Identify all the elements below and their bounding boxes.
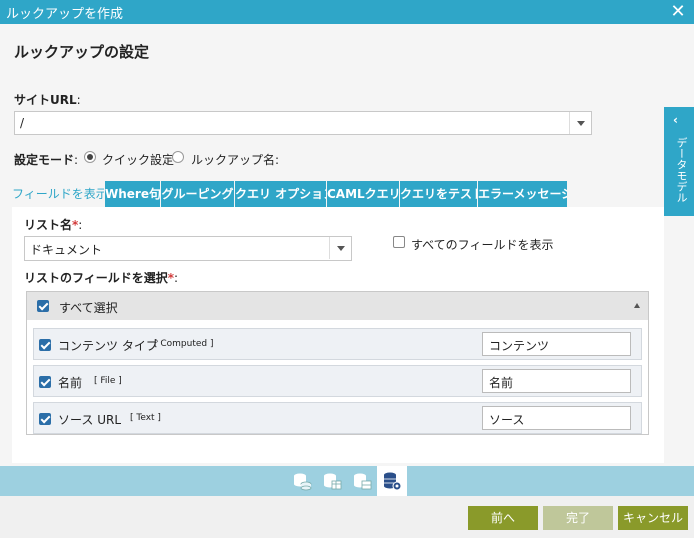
field-row: コンテンツ タイプ [ Computed ] コンテンツ [33,328,642,360]
show-all-fields-label: すべてのフィールドを表示 [411,238,554,252]
dialog-titlebar: ルックアップを作成 ✕ [0,0,694,24]
finish-button[interactable]: 完了 [543,506,613,530]
radio-lookup-name-label: ルックアップ名: [191,151,279,168]
field-display-name-input[interactable]: 名前 [482,369,631,393]
database-table-step-icon[interactable] [321,470,343,492]
tab-show-fields[interactable]: フィールドを表示 [12,181,104,207]
chevron-left-icon[interactable]: ‹ [673,113,678,127]
site-url-colon: : [76,93,81,107]
site-url-label-text: サイトURL [14,93,77,107]
close-icon[interactable]: ✕ [670,2,686,22]
list-name-label-text: リスト名 [24,218,73,232]
site-url-value: / [20,116,25,130]
tab-caml-query[interactable]: CAMLクエリ [327,181,399,207]
fields-select-colon: : [174,271,179,285]
field-name: コンテンツ タイプ [58,339,158,353]
radio-quick-setting[interactable] [84,151,96,163]
field-list: すべて選択 コンテンツ タイプ [ Computed ] コンテンツ 名前 [ … [26,291,649,435]
cancel-button[interactable]: キャンセル [618,506,688,530]
list-name-colon: : [78,218,83,232]
mode-label-text: 設定モード [14,153,75,167]
database-step-icon[interactable] [291,470,313,492]
list-name-label: リスト名*: [24,216,82,233]
mode-label: 設定モード: [14,151,78,168]
field-display-name-input[interactable]: コンテンツ [482,332,631,356]
prev-button[interactable]: 前へ [468,506,538,530]
chevron-down-icon[interactable] [569,112,591,134]
show-all-fields-checkbox[interactable] [393,236,405,248]
field-type: [ Text ] [130,413,161,423]
field-name: ソース URL [58,413,122,427]
field-checkbox[interactable] [39,376,51,388]
list-name-value: ドキュメント [30,243,103,257]
select-all-label: すべて選択 [59,301,118,315]
dialog-footer: 前へ 完了 キャンセル [0,496,694,538]
database-grid-step-icon[interactable] [351,470,373,492]
site-url-select[interactable]: / [14,111,592,135]
site-url-label: サイトURL: [14,91,81,108]
field-display-name-input[interactable]: ソース [482,406,631,430]
radio-lookup-name-text: ルックアップ名 [191,153,276,167]
radio-quick-setting-label: クイック設定 [102,153,175,167]
select-all-header[interactable]: すべて選択 [27,292,648,320]
fields-select-label-text: リストのフィールドを選択 [24,271,168,285]
mode-trailing-colon: : [275,153,280,167]
fields-select-label: リストのフィールドを選択*: [24,269,178,286]
field-checkbox[interactable] [39,339,51,351]
radio-lookup-name[interactable] [172,151,184,163]
field-checkbox[interactable] [39,413,51,425]
field-name: 名前 [58,376,83,390]
field-type: [ Computed ] [154,339,214,349]
field-row: 名前 [ File ] 名前 [33,365,642,397]
tab-where[interactable]: Where句 [105,181,160,207]
field-type: [ File ] [94,376,122,386]
mode-colon: : [74,153,79,167]
side-tab-label: データモデル [675,137,688,203]
tab-grouping[interactable]: グルーピング [161,181,234,207]
tab-error-message[interactable]: エラーメッセージ [478,181,567,207]
step-bar [0,466,694,496]
data-model-side-tab[interactable]: ‹ データモデル [664,107,694,216]
section-title: ルックアップの設定 [14,43,150,61]
collapse-icon[interactable] [634,303,640,308]
tab-test-query[interactable]: クエリをテスト [400,181,477,207]
tab-query-options[interactable]: クエリ オプション [235,181,326,207]
database-settings-step-icon[interactable] [377,466,407,496]
list-name-select[interactable]: ドキュメント [24,236,352,261]
field-row: ソース URL [ Text ] ソース [33,402,642,434]
chevron-down-icon[interactable] [329,237,351,259]
dialog-content: ルックアップの設定 サイトURL: / 設定モード: クイック設定 ルックアップ… [0,24,694,466]
dialog-title: ルックアップを作成 [6,7,124,22]
select-all-checkbox[interactable] [37,300,49,312]
